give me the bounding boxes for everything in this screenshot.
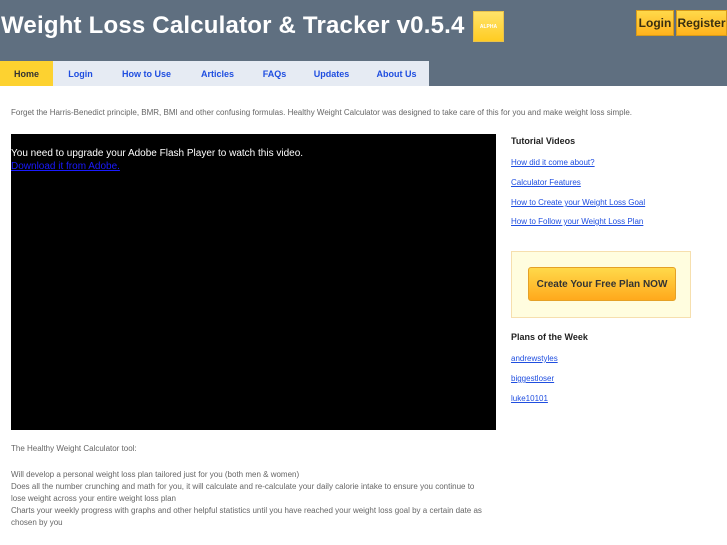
intro-text: Forget the Harris-Benedict principle, BM… — [11, 108, 633, 117]
plan-link[interactable]: andrewstyles — [511, 354, 558, 363]
nav-login[interactable]: Login — [53, 61, 108, 86]
feature-line: chosen by you — [11, 518, 63, 527]
feature-line: lose weight across your entire weight lo… — [11, 494, 176, 503]
cta-box: Create Your Free Plan NOW — [511, 251, 691, 318]
tool-heading: The Healthy Weight Calculator tool: — [11, 444, 137, 453]
create-plan-button[interactable]: Create Your Free Plan NOW — [528, 267, 676, 301]
tutorial-link[interactable]: How did it come about? — [511, 158, 595, 167]
plan-link[interactable]: biggestloser — [511, 374, 554, 383]
feature-line: Charts your weekly progress with graphs … — [11, 506, 482, 515]
tutorial-videos-heading: Tutorial Videos — [511, 136, 576, 146]
main-nav: Home Login How to Use Articles FAQs Upda… — [0, 61, 429, 86]
plan-link[interactable]: luke10101 — [511, 394, 548, 403]
plans-of-week-heading: Plans of the Week — [511, 332, 588, 342]
feature-line: Will develop a personal weight loss plan… — [11, 470, 300, 479]
login-button[interactable]: Login — [636, 10, 674, 36]
alpha-badge: ALPHA — [473, 11, 504, 42]
site-header: Weight Loss Calculator & Tracker v0.5.4 … — [0, 0, 727, 86]
nav-faqs[interactable]: FAQs — [250, 61, 299, 86]
nav-home[interactable]: Home — [0, 61, 53, 86]
download-adobe-link[interactable]: Download it from Adobe. — [11, 161, 120, 172]
nav-articles[interactable]: Articles — [185, 61, 250, 86]
site-title: Weight Loss Calculator & Tracker v0.5.4 — [1, 12, 465, 39]
tutorial-link[interactable]: How to Follow your Weight Loss Plan — [511, 217, 643, 226]
feature-line: Does all the number crunching and math f… — [11, 482, 475, 491]
flash-upgrade-message: You need to upgrade your Adobe Flash Pla… — [11, 148, 304, 159]
nav-updates[interactable]: Updates — [299, 61, 364, 86]
video-player[interactable]: You need to upgrade your Adobe Flash Pla… — [11, 134, 496, 430]
register-button[interactable]: Register — [676, 10, 727, 36]
nav-about-us[interactable]: About Us — [364, 61, 429, 86]
tutorial-link[interactable]: How to Create your Weight Loss Goal — [511, 198, 645, 207]
nav-how-to-use[interactable]: How to Use — [108, 61, 185, 86]
tutorial-link[interactable]: Calculator Features — [511, 178, 581, 187]
